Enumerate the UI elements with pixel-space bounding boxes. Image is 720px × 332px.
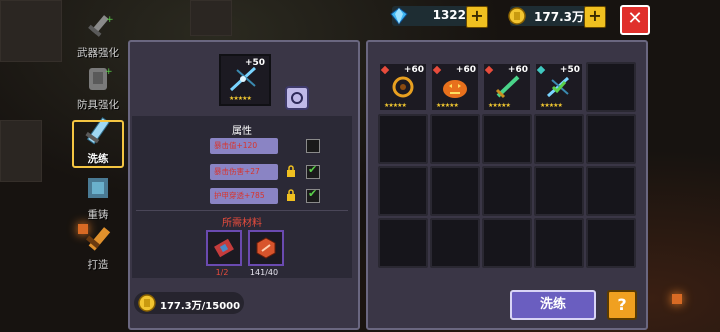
attributes-title: 属性 — [232, 126, 252, 137]
gem-value: 1322 — [432, 8, 466, 22]
inventory-slot-empty[interactable] — [482, 218, 532, 268]
inventory-slot-empty[interactable] — [482, 166, 532, 216]
nav-label: 防具强化 — [77, 99, 119, 111]
attribute-label: 暴击伤害+27 — [214, 167, 260, 176]
svg-text:+: + — [106, 15, 114, 25]
refine-button[interactable]: 洗练 — [510, 290, 596, 320]
buy-gems-button[interactable]: + — [466, 6, 488, 28]
lock-icon — [287, 165, 295, 177]
golden-staff-icon — [392, 76, 414, 98]
weapon-upgrade-icon: + — [88, 15, 114, 37]
wall-tile — [190, 0, 232, 36]
coin-counter: 177.3万 + — [508, 6, 606, 28]
nav-item-weapon-upgrade[interactable]: + 武器强化 — [70, 10, 126, 60]
inspect-button[interactable] — [285, 86, 309, 110]
crossbow-icon — [229, 66, 257, 92]
pumpkin-weapon-icon — [443, 80, 467, 98]
inventory-panel: +60 ★★★★★ +60 ★★★★★ +60 ★★★★★ +50 ★★★★★ — [366, 40, 648, 330]
inventory-item[interactable]: +60 ★★★★★ — [430, 62, 480, 112]
nav-label: 武器强化 — [77, 47, 119, 59]
inventory-slot-empty[interactable] — [586, 166, 636, 216]
star-rating: ★★★★★ — [488, 102, 511, 109]
armor-upgrade-icon: + — [89, 67, 113, 90]
rarity-gem-icon — [536, 65, 546, 75]
material-count: 1/2 — [215, 268, 229, 277]
inventory-slot-empty[interactable] — [430, 166, 480, 216]
gem-counter: 1322 + — [390, 6, 488, 28]
svg-text:+: + — [105, 67, 113, 77]
attribute-lock-checkbox[interactable] — [306, 187, 320, 203]
inventory-slot-empty[interactable] — [430, 114, 480, 164]
help-button[interactable]: ? — [607, 290, 637, 320]
materials-title: 所需材料 — [222, 218, 262, 229]
buy-coins-button[interactable]: + — [584, 6, 606, 28]
nav-label: 打造 — [87, 259, 109, 271]
star-rating: ★★★★★ — [540, 102, 563, 109]
refine-cost: 177.3万/15000 — [134, 292, 244, 314]
attribute-bar: 护甲穿透+785 — [210, 188, 278, 204]
selection-frame — [72, 120, 124, 168]
crossbow-icon — [546, 76, 570, 98]
refine-panel: +50 ★★★★★ 属性 暴击值+120 暴击伤害+27 护甲穿透+785 — [128, 40, 360, 330]
divider — [136, 210, 348, 211]
close-button[interactable]: ✕ — [620, 5, 650, 35]
nav-label: 重铸 — [87, 209, 109, 221]
inventory-slot-empty[interactable] — [534, 218, 584, 268]
inventory-slot-empty[interactable] — [534, 114, 584, 164]
attributes-section: 属性 暴击值+120 暴击伤害+27 护甲穿透+785 — [132, 116, 352, 278]
coin-value: 177.3万 — [534, 10, 584, 24]
star-rating: ★★★★★ — [436, 102, 459, 109]
emerald-sword-icon — [495, 75, 520, 99]
rarity-gem-icon — [484, 65, 494, 75]
recast-icon — [88, 178, 108, 198]
coin-icon — [508, 7, 526, 25]
inventory-item[interactable]: +60 ★★★★★ — [378, 62, 428, 112]
inventory-slot-empty[interactable] — [534, 166, 584, 216]
material-count: 141/40 — [249, 268, 279, 277]
material-slot[interactable] — [206, 230, 242, 266]
attribute-row: 护甲穿透+785 — [210, 187, 326, 204]
attribute-row: 暴击值+120 — [210, 138, 326, 154]
inventory-slot-empty[interactable] — [378, 218, 428, 268]
inventory-slot-empty[interactable] — [586, 218, 636, 268]
coin-icon — [138, 294, 156, 312]
attribute-label: 护甲穿透+785 — [214, 191, 265, 200]
attribute-row: 暴击伤害+27 — [210, 163, 326, 180]
torch-light — [672, 294, 682, 304]
floor-tile — [0, 0, 62, 62]
cost-value: 177.3万/15000 — [160, 301, 241, 312]
scroll-material-icon — [214, 238, 234, 258]
inventory-slot-empty[interactable] — [482, 114, 532, 164]
rarity-gem-icon — [380, 65, 390, 75]
nav-item-forge[interactable]: 打造 — [70, 222, 126, 272]
star-rating: ★★★★★ — [229, 95, 252, 102]
floor-tile — [0, 120, 42, 182]
inventory-item[interactable]: +50 ★★★★★ — [534, 62, 584, 112]
attribute-lock-checkbox[interactable] — [306, 139, 320, 153]
nav-item-armor-upgrade[interactable]: + 防具强化 — [70, 62, 126, 112]
inventory-slot-empty[interactable] — [378, 166, 428, 216]
nav-item-refine[interactable]: 洗练 — [70, 116, 126, 168]
equipped-item-slot[interactable]: +50 ★★★★★ — [219, 54, 271, 106]
lock-icon — [287, 189, 295, 201]
inventory-slot-empty[interactable] — [586, 62, 636, 112]
diamond-icon — [390, 7, 408, 25]
inventory-item[interactable]: +60 ★★★★★ — [482, 62, 532, 112]
attribute-lock-checkbox[interactable] — [306, 163, 320, 179]
star-rating: ★★★★★ — [384, 102, 407, 109]
rarity-gem-icon — [432, 65, 442, 75]
attribute-bar: 暴击值+120 — [210, 138, 278, 154]
nav-item-recast[interactable]: 重铸 — [70, 172, 126, 222]
inventory-slot-empty[interactable] — [378, 114, 428, 164]
attribute-bar: 暴击伤害+27 — [210, 164, 278, 180]
enhance-level: +50 — [245, 58, 266, 68]
stone-material-icon — [256, 237, 276, 259]
inventory-slot-empty[interactable] — [430, 218, 480, 268]
attribute-label: 暴击值+120 — [214, 141, 258, 150]
inventory-slot-empty[interactable] — [586, 114, 636, 164]
forge-icon — [85, 227, 111, 251]
material-slot[interactable] — [248, 230, 284, 266]
